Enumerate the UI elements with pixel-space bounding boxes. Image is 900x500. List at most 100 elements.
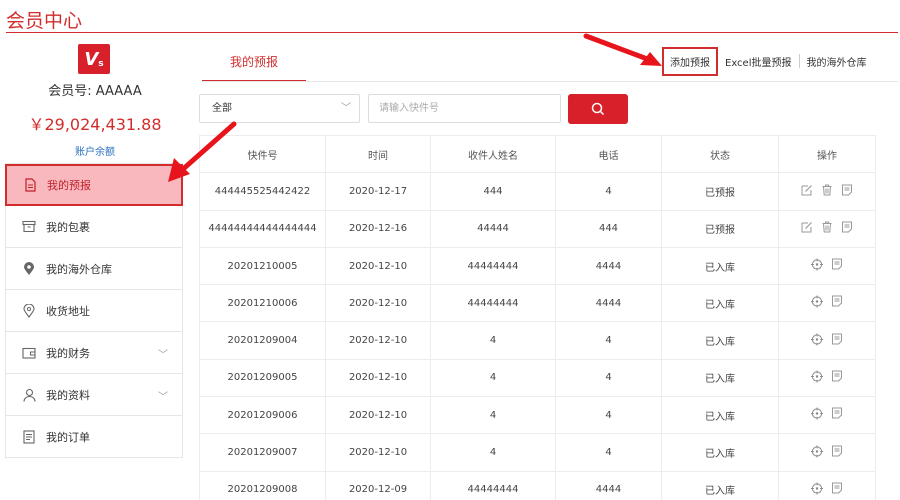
row-actions bbox=[801, 221, 853, 233]
recipient-cell: 44444444 bbox=[430, 246, 556, 286]
date-cell: 2020-12-09 bbox=[325, 470, 431, 500]
trash-icon[interactable] bbox=[821, 184, 833, 196]
trash-icon[interactable] bbox=[821, 221, 833, 233]
actions-cell bbox=[778, 246, 876, 286]
tracking-number-cell: 20201209006 bbox=[199, 396, 326, 435]
note-icon[interactable] bbox=[831, 407, 843, 419]
actions-cell bbox=[778, 470, 876, 500]
note-icon[interactable] bbox=[831, 258, 843, 270]
tracking-number-cell: 44444444444444444 bbox=[199, 209, 326, 248]
actions-cell bbox=[778, 433, 876, 472]
phone-cell: 4444 bbox=[555, 246, 662, 286]
note-icon[interactable] bbox=[831, 482, 843, 494]
status-select-value: 全部 bbox=[212, 103, 232, 114]
note-icon[interactable] bbox=[841, 221, 853, 233]
phone-cell: 4 bbox=[555, 358, 662, 398]
table-row: 20201210005 2020-12-10 44444444 4444 已入库 bbox=[199, 246, 876, 286]
note-icon[interactable] bbox=[841, 184, 853, 196]
status-select[interactable]: 全部 ﹀ bbox=[199, 94, 360, 123]
target-icon[interactable] bbox=[811, 258, 823, 271]
date-cell: 2020-12-10 bbox=[325, 321, 431, 360]
tab-my-forecast[interactable]: 我的预报 bbox=[202, 50, 306, 82]
target-icon[interactable] bbox=[811, 407, 823, 420]
search-icon bbox=[591, 102, 605, 116]
phone-cell: 4 bbox=[555, 321, 662, 360]
forecast-table: 快件号 时间 收件人姓名 电话 状态 操作 444445525442422 202… bbox=[199, 134, 876, 500]
note-icon[interactable] bbox=[831, 370, 843, 382]
tracking-number-input[interactable] bbox=[368, 94, 561, 123]
title-divider bbox=[6, 32, 898, 33]
table-row: 20201209004 2020-12-10 4 4 已入库 bbox=[199, 321, 876, 360]
overseas-warehouse-link[interactable]: 我的海外仓库 bbox=[800, 54, 874, 69]
phone-cell: 4 bbox=[555, 396, 662, 435]
column-header: 时间 bbox=[325, 134, 431, 174]
note-icon[interactable] bbox=[831, 295, 843, 307]
edit-icon[interactable] bbox=[801, 184, 813, 196]
actions-cell bbox=[778, 358, 876, 398]
recipient-cell: 4 bbox=[430, 321, 556, 360]
chevron-down-icon: ﹀ bbox=[158, 350, 168, 361]
chevron-down-icon: ﹀ bbox=[341, 103, 351, 114]
sidebar-item-address[interactable]: 收货地址 bbox=[5, 290, 183, 332]
table-row: 444445525442422 2020-12-17 444 4 已预报 bbox=[199, 172, 876, 211]
actions-cell bbox=[778, 172, 876, 211]
account-balance-link[interactable]: 账户余额 bbox=[0, 143, 190, 158]
target-icon[interactable] bbox=[811, 333, 823, 346]
target-icon[interactable] bbox=[811, 295, 823, 308]
member-number: 会员号: AAAAA bbox=[48, 84, 142, 99]
logo-letter: V bbox=[84, 48, 99, 70]
date-cell: 2020-12-17 bbox=[325, 172, 431, 211]
sidebar-item-forecast[interactable]: 我的预报 bbox=[5, 164, 183, 206]
wallet-icon bbox=[22, 346, 36, 360]
sidebar-item-orders[interactable]: 我的订单 bbox=[5, 416, 183, 458]
row-actions bbox=[811, 295, 843, 308]
document-icon bbox=[23, 178, 37, 192]
top-actions: 添加预报 Excel批量预报 我的海外仓库 bbox=[662, 46, 874, 76]
column-header: 状态 bbox=[661, 134, 779, 174]
recipient-cell: 444 bbox=[430, 172, 556, 211]
column-header: 操作 bbox=[778, 134, 876, 174]
target-icon[interactable] bbox=[811, 445, 823, 458]
status-cell: 已入库 bbox=[661, 470, 779, 500]
recipient-cell: 44444 bbox=[430, 209, 556, 248]
page-title: 会员中心 bbox=[6, 10, 83, 32]
actions-cell bbox=[778, 396, 876, 435]
recipient-cell: 44444444 bbox=[430, 470, 556, 500]
target-icon[interactable] bbox=[811, 370, 823, 383]
box-icon bbox=[22, 220, 36, 234]
note-icon[interactable] bbox=[831, 445, 843, 457]
add-forecast-button[interactable]: 添加预报 bbox=[662, 46, 718, 76]
brand-logo: Vs bbox=[78, 44, 110, 74]
sidebar-item-packages[interactable]: 我的包裹 bbox=[5, 206, 183, 248]
tracking-number-cell: 20201209005 bbox=[199, 358, 326, 398]
recipient-cell: 4 bbox=[430, 358, 556, 398]
phone-cell: 4444 bbox=[555, 470, 662, 500]
status-cell: 已入库 bbox=[661, 396, 779, 435]
column-header: 收件人姓名 bbox=[430, 134, 556, 174]
account-balance: ￥29,024,431.88 bbox=[28, 115, 162, 134]
column-header: 快件号 bbox=[199, 134, 326, 174]
excel-forecast-link[interactable]: Excel批量预报 bbox=[718, 54, 799, 69]
actions-cell bbox=[778, 209, 876, 248]
status-cell: 已预报 bbox=[661, 172, 779, 211]
location-outline-icon bbox=[22, 303, 36, 318]
row-actions bbox=[811, 482, 843, 495]
status-cell: 已入库 bbox=[661, 284, 779, 323]
tracking-number-cell: 20201210005 bbox=[199, 246, 326, 286]
status-cell: 已预报 bbox=[661, 209, 779, 248]
date-cell: 2020-12-16 bbox=[325, 209, 431, 248]
edit-icon[interactable] bbox=[801, 221, 813, 233]
chevron-down-icon: ﹀ bbox=[158, 392, 168, 403]
phone-cell: 4 bbox=[555, 433, 662, 472]
actions-cell bbox=[778, 284, 876, 323]
target-icon[interactable] bbox=[811, 482, 823, 495]
note-icon[interactable] bbox=[831, 333, 843, 345]
sidebar-item-finance[interactable]: 我的财务 ﹀ bbox=[5, 332, 183, 374]
phone-cell: 4444 bbox=[555, 284, 662, 323]
sidebar-item-profile[interactable]: 我的资料 ﹀ bbox=[5, 374, 183, 416]
search-button[interactable] bbox=[568, 94, 628, 124]
table-row: 20201210006 2020-12-10 44444444 4444 已入库 bbox=[199, 284, 876, 323]
date-cell: 2020-12-10 bbox=[325, 284, 431, 323]
status-cell: 已入库 bbox=[661, 246, 779, 286]
sidebar-item-warehouse[interactable]: 我的海外仓库 bbox=[5, 248, 183, 290]
